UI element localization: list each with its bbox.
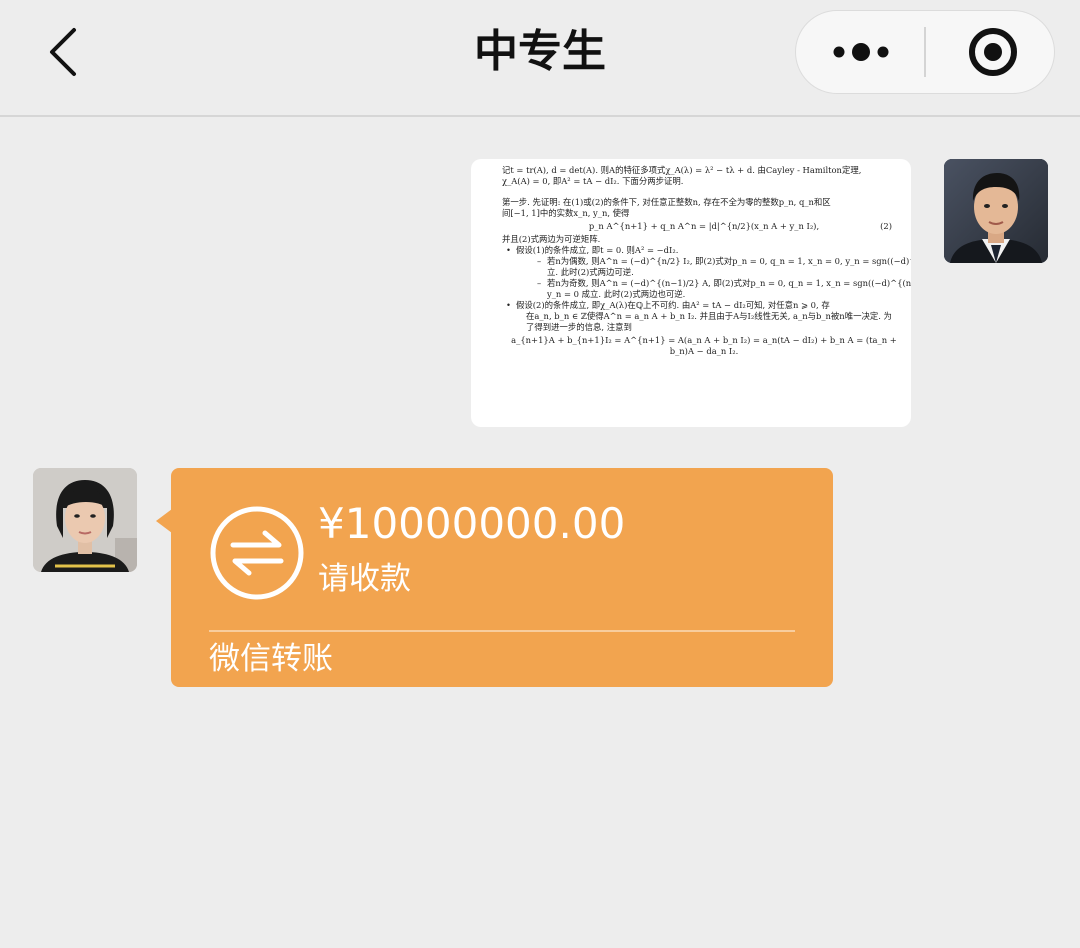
doc-equation-number: (2) bbox=[880, 221, 892, 231]
doc-subitem: 若n为偶数, 则A^n = (−d)^{n/2} I₂, 即(2)式对p_n =… bbox=[502, 256, 911, 267]
chevron-left-icon bbox=[50, 28, 76, 76]
doc-subitem: 若n为奇数, 则A^n = (−d)^{(n−1)/2} A, 即(2)式对p_… bbox=[502, 278, 911, 289]
capsule-divider bbox=[924, 27, 926, 77]
target-close-icon bbox=[969, 28, 1017, 76]
doc-line: χ_A(A) = 0, 即A² = tA − dI₂. 下面分两步证明. bbox=[502, 176, 684, 186]
divider bbox=[209, 630, 795, 632]
transfer-card[interactable]: ¥10000000.00 请收款 微信转账 bbox=[171, 468, 833, 687]
doc-line: 并且(2)式两边为可逆矩阵. bbox=[502, 234, 601, 244]
doc-line: y_n = 0 成立. 此时(2)式两边也可逆. bbox=[547, 289, 686, 299]
doc-equation: a_{n+1}A + b_{n+1}I₂ = A^{n+1} = A(a_n A… bbox=[511, 335, 897, 356]
close-button[interactable] bbox=[956, 23, 1026, 81]
back-button[interactable] bbox=[40, 22, 90, 82]
more-button[interactable] bbox=[816, 23, 906, 81]
girl-avatar-icon bbox=[33, 468, 137, 572]
transfer-amount: ¥10000000.00 bbox=[318, 499, 626, 548]
doc-line: 记t = tr(A), d = det(A). 则A的特征多项式χ_A(λ) =… bbox=[502, 165, 862, 175]
doc-line: 立. 此时(2)式两边可逆. bbox=[547, 267, 634, 277]
avatar[interactable] bbox=[33, 468, 137, 572]
bubble-tail bbox=[156, 509, 172, 533]
transfer-arrows-icon bbox=[209, 505, 305, 601]
doc-line: 间[−1, 1]中的实数x_n, y_n, 使得 bbox=[502, 208, 630, 218]
avatar[interactable] bbox=[944, 159, 1048, 263]
doc-bullet: 假设(1)的条件成立, 即t = 0. 则A² = −dI₂. bbox=[502, 245, 906, 256]
math-document: 记t = tr(A), d = det(A). 则A的特征多项式χ_A(λ) =… bbox=[502, 165, 911, 359]
transfer-footer-label: 微信转账 bbox=[209, 641, 333, 677]
doc-line: 在a_n, b_n ∈ ℤ使得A^n = a_n A + b_n I₂. 并且由… bbox=[526, 311, 892, 321]
nav-bar: 中专生 bbox=[0, 0, 1080, 117]
transfer-status: 请收款 bbox=[318, 561, 411, 597]
doc-bullet: 假设(2)的条件成立, 即χ_A(λ)在ℚ上不可约. 由A² = tA − dI… bbox=[502, 300, 906, 311]
miniprogram-capsule bbox=[795, 10, 1055, 94]
man-avatar-icon bbox=[944, 159, 1048, 263]
more-dots-icon bbox=[833, 43, 889, 61]
doc-line: 第一步. 先证明: 在(1)或(2)的条件下, 对任意正整数n, 存在不全为零的… bbox=[502, 197, 831, 207]
document-image-message[interactable]: 记t = tr(A), d = det(A). 则A的特征多项式χ_A(λ) =… bbox=[471, 159, 911, 427]
doc-line: 了得到进一步的信息, 注意到 bbox=[526, 322, 632, 332]
doc-equation: p_n A^{n+1} + q_n A^n = |d|^{n/2}(x_n A … bbox=[588, 221, 820, 231]
